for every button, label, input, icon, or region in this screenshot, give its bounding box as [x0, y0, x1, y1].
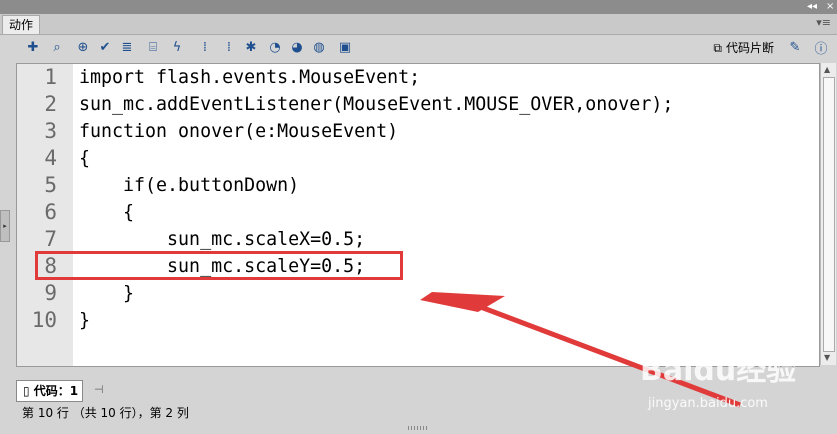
watermark-url: jingyan.baidu.com: [648, 396, 768, 411]
code-tab-label: 代码：1: [33, 384, 79, 398]
pin-script-icon[interactable]: ⊣: [94, 383, 104, 396]
watermark-logo: Baidu经验: [640, 353, 797, 388]
document-icon: ▯: [23, 384, 34, 398]
status-bar: 第 10 行 （共 10 行），第 2 列: [22, 406, 189, 420]
resize-grip[interactable]: [408, 426, 428, 430]
tab-code-1[interactable]: ▯ 代码：1: [16, 380, 84, 402]
